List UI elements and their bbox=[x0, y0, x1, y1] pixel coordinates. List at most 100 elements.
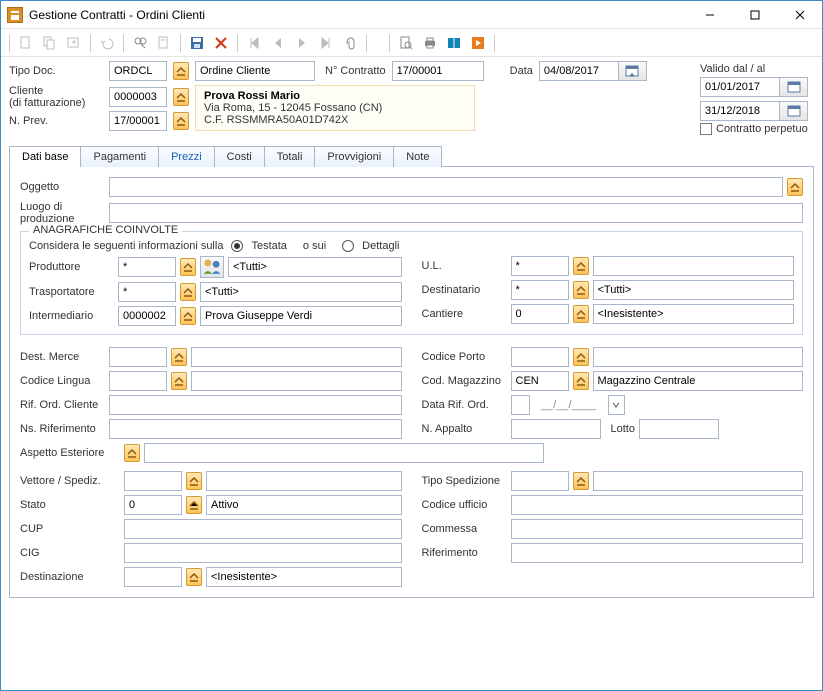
run-icon[interactable] bbox=[468, 33, 488, 53]
nprev-lookup-icon[interactable] bbox=[173, 112, 189, 130]
intermediario-field[interactable] bbox=[118, 306, 176, 326]
codice-porto-field[interactable] bbox=[511, 347, 569, 367]
cantiere-lookup-icon[interactable] bbox=[573, 305, 589, 323]
dest-merce-lookup-icon[interactable] bbox=[171, 348, 187, 366]
codice-porto-desc-field[interactable] bbox=[593, 347, 804, 367]
produttore-desc-field[interactable] bbox=[228, 257, 402, 277]
codice-lingua-field[interactable] bbox=[109, 371, 167, 391]
close-button[interactable] bbox=[777, 1, 822, 29]
book-icon[interactable] bbox=[444, 33, 464, 53]
commessa-field[interactable] bbox=[511, 519, 804, 539]
minimize-button[interactable] bbox=[687, 1, 732, 29]
tab-prezzi[interactable]: Prezzi bbox=[158, 146, 215, 167]
cliente-lookup-icon[interactable] bbox=[173, 88, 189, 106]
stato-lookup-icon[interactable] bbox=[186, 496, 202, 514]
tipo-doc-field[interactable] bbox=[109, 61, 167, 81]
ul-lookup-icon[interactable] bbox=[573, 257, 589, 275]
dest-merce-desc-field[interactable] bbox=[191, 347, 402, 367]
prev-record-icon[interactable] bbox=[268, 33, 288, 53]
new-icon[interactable] bbox=[16, 33, 36, 53]
tipo-doc-desc-field[interactable] bbox=[195, 61, 315, 81]
tipo-sped-lookup-icon[interactable] bbox=[573, 472, 589, 490]
destinatario-field[interactable] bbox=[511, 280, 569, 300]
vettore-desc-field[interactable] bbox=[206, 471, 402, 491]
undo-icon[interactable] bbox=[97, 33, 117, 53]
radio-testata[interactable] bbox=[231, 240, 243, 252]
duplicate-icon[interactable] bbox=[64, 33, 84, 53]
data-field[interactable] bbox=[539, 61, 619, 81]
riferimento-field[interactable] bbox=[511, 543, 804, 563]
vettore-lookup-icon[interactable] bbox=[186, 472, 202, 490]
tab-note[interactable]: Note bbox=[393, 146, 442, 167]
maximize-button[interactable] bbox=[732, 1, 777, 29]
attach-icon[interactable] bbox=[340, 33, 360, 53]
cod-magazzino-desc-field[interactable] bbox=[593, 371, 804, 391]
cig-field[interactable] bbox=[124, 543, 402, 563]
print-icon[interactable] bbox=[420, 33, 440, 53]
ncontratto-field[interactable] bbox=[392, 61, 484, 81]
cod-magazzino-lookup-icon[interactable] bbox=[573, 372, 589, 390]
codice-uff-field[interactable] bbox=[511, 495, 804, 515]
luogo-field[interactable] bbox=[109, 203, 803, 223]
n-appalto-field[interactable] bbox=[511, 419, 601, 439]
tipo-sped-field[interactable] bbox=[511, 471, 569, 491]
first-record-icon[interactable] bbox=[244, 33, 264, 53]
save-icon[interactable] bbox=[187, 33, 207, 53]
tipo-doc-lookup-icon[interactable] bbox=[173, 62, 189, 80]
valid-to-datepicker-icon[interactable] bbox=[780, 101, 808, 121]
codice-lingua-lookup-icon[interactable] bbox=[171, 372, 187, 390]
destinatario-lookup-icon[interactable] bbox=[573, 281, 589, 299]
tab-provvigioni[interactable]: Provvigioni bbox=[314, 146, 394, 167]
oggetto-field[interactable] bbox=[109, 177, 783, 197]
tab-dati-base[interactable]: Dati base bbox=[9, 146, 81, 167]
people-icon[interactable] bbox=[200, 256, 224, 278]
valid-from-field[interactable] bbox=[700, 77, 780, 97]
stato-desc-field[interactable] bbox=[206, 495, 402, 515]
ul-desc-field[interactable] bbox=[593, 256, 795, 276]
produttore-lookup-icon[interactable] bbox=[180, 258, 196, 276]
destinatario-desc-field[interactable] bbox=[593, 280, 795, 300]
perpetuo-checkbox[interactable] bbox=[700, 123, 712, 135]
find-icon[interactable] bbox=[130, 33, 150, 53]
filter-icon[interactable] bbox=[154, 33, 174, 53]
trasportatore-lookup-icon[interactable] bbox=[180, 283, 196, 301]
aspetto-lookup-icon[interactable] bbox=[124, 444, 140, 462]
data-rif-dropdown-icon[interactable] bbox=[608, 396, 624, 414]
trasportatore-field[interactable] bbox=[118, 282, 176, 302]
intermediario-lookup-icon[interactable] bbox=[180, 307, 196, 325]
cliente-field[interactable] bbox=[109, 87, 167, 107]
preview-icon[interactable] bbox=[396, 33, 416, 53]
radio-dettagli[interactable] bbox=[342, 240, 354, 252]
intermediario-desc-field[interactable] bbox=[200, 306, 402, 326]
last-record-icon[interactable] bbox=[316, 33, 336, 53]
destinazione-desc-field[interactable] bbox=[206, 567, 402, 587]
dest-merce-field[interactable] bbox=[109, 347, 167, 367]
produttore-field[interactable] bbox=[118, 257, 176, 277]
rif-ord-cliente-field[interactable] bbox=[109, 395, 402, 415]
codice-porto-lookup-icon[interactable] bbox=[573, 348, 589, 366]
cantiere-desc-field[interactable] bbox=[593, 304, 795, 324]
aspetto-field[interactable] bbox=[144, 443, 544, 463]
tipo-sped-desc-field[interactable] bbox=[593, 471, 804, 491]
valid-from-datepicker-icon[interactable] bbox=[780, 77, 808, 97]
ul-field[interactable] bbox=[511, 256, 569, 276]
lotto-field[interactable] bbox=[639, 419, 719, 439]
cup-field[interactable] bbox=[124, 519, 402, 539]
nprev-field[interactable] bbox=[109, 111, 167, 131]
tab-costi[interactable]: Costi bbox=[214, 146, 265, 167]
vettore-field[interactable] bbox=[124, 471, 182, 491]
next-record-icon[interactable] bbox=[292, 33, 312, 53]
stato-field[interactable] bbox=[124, 495, 182, 515]
cod-magazzino-field[interactable] bbox=[511, 371, 569, 391]
data-datepicker-icon[interactable] bbox=[619, 61, 647, 81]
codice-lingua-desc-field[interactable] bbox=[191, 371, 402, 391]
valid-to-field[interactable] bbox=[700, 101, 780, 121]
data-rif-checkbox[interactable] bbox=[512, 396, 530, 414]
destinazione-field[interactable] bbox=[124, 567, 182, 587]
tab-pagamenti[interactable]: Pagamenti bbox=[80, 146, 159, 167]
trasportatore-desc-field[interactable] bbox=[200, 282, 402, 302]
copy-icon[interactable] bbox=[40, 33, 60, 53]
delete-icon[interactable] bbox=[211, 33, 231, 53]
cantiere-field[interactable] bbox=[511, 304, 569, 324]
ns-rif-field[interactable] bbox=[109, 419, 402, 439]
